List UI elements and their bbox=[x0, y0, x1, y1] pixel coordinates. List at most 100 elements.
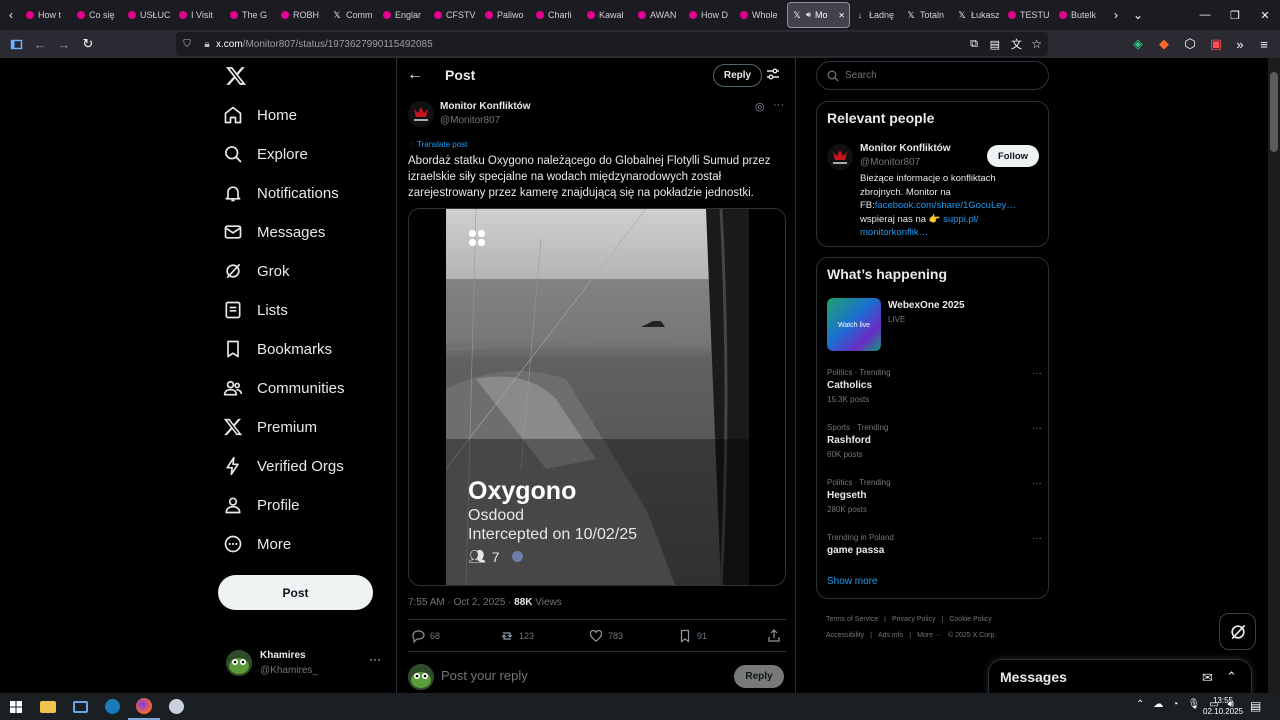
page-scrollbar[interactable] bbox=[1268, 58, 1280, 693]
nav-lists[interactable]: Lists bbox=[223, 291, 288, 329]
post-video[interactable]: Oxygono Osdood Intercepted on 10/02/25 👥… bbox=[408, 208, 786, 586]
browser-tab[interactable]: Co się bbox=[73, 2, 123, 28]
browser-tab[interactable]: 𝕏 Totaln bbox=[902, 2, 952, 28]
clock[interactable]: 13:55 02.10.2025 bbox=[1203, 695, 1243, 717]
browser-tab[interactable]: AWAN bbox=[634, 2, 684, 28]
extension-shield-icon[interactable]: ◈ bbox=[1128, 34, 1148, 54]
browser-tab[interactable]: Charli bbox=[532, 2, 582, 28]
follow-button[interactable]: Follow bbox=[987, 145, 1039, 167]
nav-grok[interactable]: Grok bbox=[223, 252, 290, 290]
forward-icon[interactable]: → bbox=[54, 34, 74, 54]
translate-post-link[interactable]: ◌ Translate post bbox=[410, 140, 467, 149]
trend-more-icon[interactable]: ··· bbox=[1032, 368, 1042, 379]
footer-link[interactable]: More ··· bbox=[917, 632, 942, 639]
browser-tab[interactable]: TESTU bbox=[1004, 2, 1054, 28]
x-logo-icon[interactable] bbox=[225, 65, 247, 87]
author-avatar[interactable] bbox=[408, 101, 434, 127]
browser-tab[interactable]: CFSTV bbox=[430, 2, 480, 28]
new-message-icon[interactable]: ✉ bbox=[1202, 670, 1213, 686]
nav-home[interactable]: Home bbox=[223, 96, 297, 134]
footer-link[interactable]: Ads info bbox=[878, 632, 903, 639]
reply-submit-button[interactable]: Reply bbox=[734, 665, 784, 688]
nav-profile[interactable]: Profile bbox=[223, 486, 300, 524]
wifi-icon[interactable]: ◔ bbox=[1172, 699, 1178, 710]
browser-tab[interactable]: USŁUC bbox=[124, 2, 174, 28]
browser-tab[interactable]: The G bbox=[226, 2, 276, 28]
browser-tab[interactable]: How t bbox=[22, 2, 72, 28]
repost-action[interactable]: 123 bbox=[500, 629, 534, 643]
browser-tab[interactable]: Whole bbox=[736, 2, 786, 28]
bio-suppi-link-continued[interactable]: monitorkonflik… bbox=[860, 226, 1040, 240]
reload-icon[interactable]: ↻ bbox=[78, 34, 98, 54]
trend-item[interactable]: Politics · Trending Catholics 15.3K post… bbox=[827, 368, 1042, 404]
post-more-icon[interactable]: ··· bbox=[773, 99, 784, 111]
reader-view-icon[interactable]: ▤ bbox=[990, 38, 1000, 51]
nav-notifications[interactable]: Notifications bbox=[223, 174, 339, 212]
sidebar-toggle-icon[interactable] bbox=[6, 34, 26, 54]
firefox-icon[interactable] bbox=[128, 693, 160, 720]
browser-tab[interactable]: 𝕏 🔊︎ Mo ✕ bbox=[787, 2, 850, 28]
grok-floating-button[interactable] bbox=[1219, 613, 1256, 650]
footer-link[interactable]: © 2025 X Corp. bbox=[948, 632, 996, 639]
nav-explore[interactable]: Explore bbox=[223, 135, 308, 173]
relevant-name[interactable]: Monitor Konfliktów bbox=[860, 143, 951, 154]
relevant-handle[interactable]: @Monitor807 bbox=[860, 157, 920, 168]
scrollbar-thumb[interactable] bbox=[1270, 72, 1278, 152]
trend-item[interactable]: Trending in Poland game passa ··· bbox=[827, 533, 1042, 556]
post-button[interactable]: Post bbox=[218, 575, 373, 610]
sliders-icon[interactable] bbox=[766, 67, 780, 84]
back-arrow-icon[interactable]: ← bbox=[407, 66, 423, 84]
browser-tab[interactable]: ↓ Ładnę bbox=[851, 2, 901, 28]
app-icon[interactable] bbox=[160, 693, 192, 720]
expand-drawer-icon[interactable]: ⌃ bbox=[1226, 669, 1237, 685]
url-bar[interactable]: ⛉ 🔒︎ x.com/Monitor807/status/19736279901… bbox=[176, 32, 1048, 56]
restore-icon[interactable]: ❐ bbox=[1220, 0, 1250, 30]
close-window-icon[interactable]: ✕ bbox=[1250, 0, 1280, 30]
picture-in-picture-icon[interactable]: ⧉ bbox=[970, 38, 978, 51]
notification-center-icon[interactable]: ▤ bbox=[1250, 699, 1261, 713]
tab-scroll-left-icon[interactable]: ‹ bbox=[0, 2, 22, 28]
trend-more-icon[interactable]: ··· bbox=[1032, 478, 1042, 489]
messages-drawer[interactable]: Messages ✉ ⌃ bbox=[988, 659, 1252, 693]
microphone-icon[interactable]: 🎙︎ bbox=[1187, 699, 1200, 710]
file-explorer-icon[interactable] bbox=[32, 693, 64, 720]
nav-premium[interactable]: Premium bbox=[223, 408, 317, 446]
share-icon[interactable] bbox=[767, 629, 781, 648]
extensions-icon[interactable]: ⬡ bbox=[1180, 34, 1200, 54]
browser-tab[interactable]: ROBH bbox=[277, 2, 327, 28]
browser-tab[interactable]: I Visit bbox=[175, 2, 225, 28]
minimize-icon[interactable]: — bbox=[1190, 0, 1220, 30]
tracking-shield-icon[interactable]: ⛉ bbox=[176, 39, 198, 50]
cloud-icon[interactable]: ☁ bbox=[1153, 699, 1163, 710]
list-all-tabs-icon[interactable]: ⌄ bbox=[1127, 2, 1149, 28]
trend-more-icon[interactable]: ··· bbox=[1032, 533, 1042, 544]
footer-link[interactable]: Privacy Policy bbox=[892, 616, 936, 623]
nav-more[interactable]: More bbox=[223, 525, 291, 563]
bio-facebook-link[interactable]: facebook.com/share/1GocuLey… bbox=[875, 200, 1016, 211]
app-menu-icon[interactable]: ≡ bbox=[1254, 34, 1274, 54]
nav-bookmarks[interactable]: Bookmarks bbox=[223, 330, 332, 368]
footer-link[interactable]: Terms of Service bbox=[826, 616, 878, 623]
account-menu-icon[interactable]: ··· bbox=[369, 652, 381, 666]
start-icon[interactable] bbox=[0, 693, 32, 720]
author-name[interactable]: Monitor Konfliktów bbox=[440, 101, 531, 112]
tab-audio-icon[interactable]: 🔊︎ bbox=[806, 10, 811, 20]
lock-icon[interactable]: 🔒︎ bbox=[198, 39, 216, 50]
steam-icon[interactable] bbox=[96, 693, 128, 720]
bookmark-action[interactable]: 91 bbox=[678, 629, 707, 643]
trend-item[interactable]: Sports · Trending Rashford 60K posts ··· bbox=[827, 423, 1042, 459]
event-thumbnail[interactable]: Watch live bbox=[827, 298, 881, 351]
nav-communities[interactable]: Communities bbox=[223, 369, 345, 407]
event-name[interactable]: WebexOne 2025 bbox=[888, 300, 965, 311]
reply-action[interactable]: 68 bbox=[411, 629, 440, 643]
footer-link[interactable]: Accessibility bbox=[826, 632, 864, 639]
nav-verified-orgs[interactable]: Verified Orgs bbox=[223, 447, 344, 485]
extension-badge-icon[interactable]: ▣ bbox=[1206, 34, 1226, 54]
tray-chevron-icon[interactable]: ⌃ bbox=[1136, 699, 1144, 710]
trend-item[interactable]: Politics · Trending Hegseth 280K posts ·… bbox=[827, 478, 1042, 514]
reply-input[interactable]: Post your reply bbox=[441, 668, 528, 683]
back-icon[interactable]: ← bbox=[30, 34, 50, 54]
nav-messages[interactable]: Messages bbox=[223, 213, 325, 251]
bio-suppi-link[interactable]: suppi.pl/ bbox=[943, 214, 978, 225]
show-more-link[interactable]: Show more bbox=[827, 576, 878, 587]
